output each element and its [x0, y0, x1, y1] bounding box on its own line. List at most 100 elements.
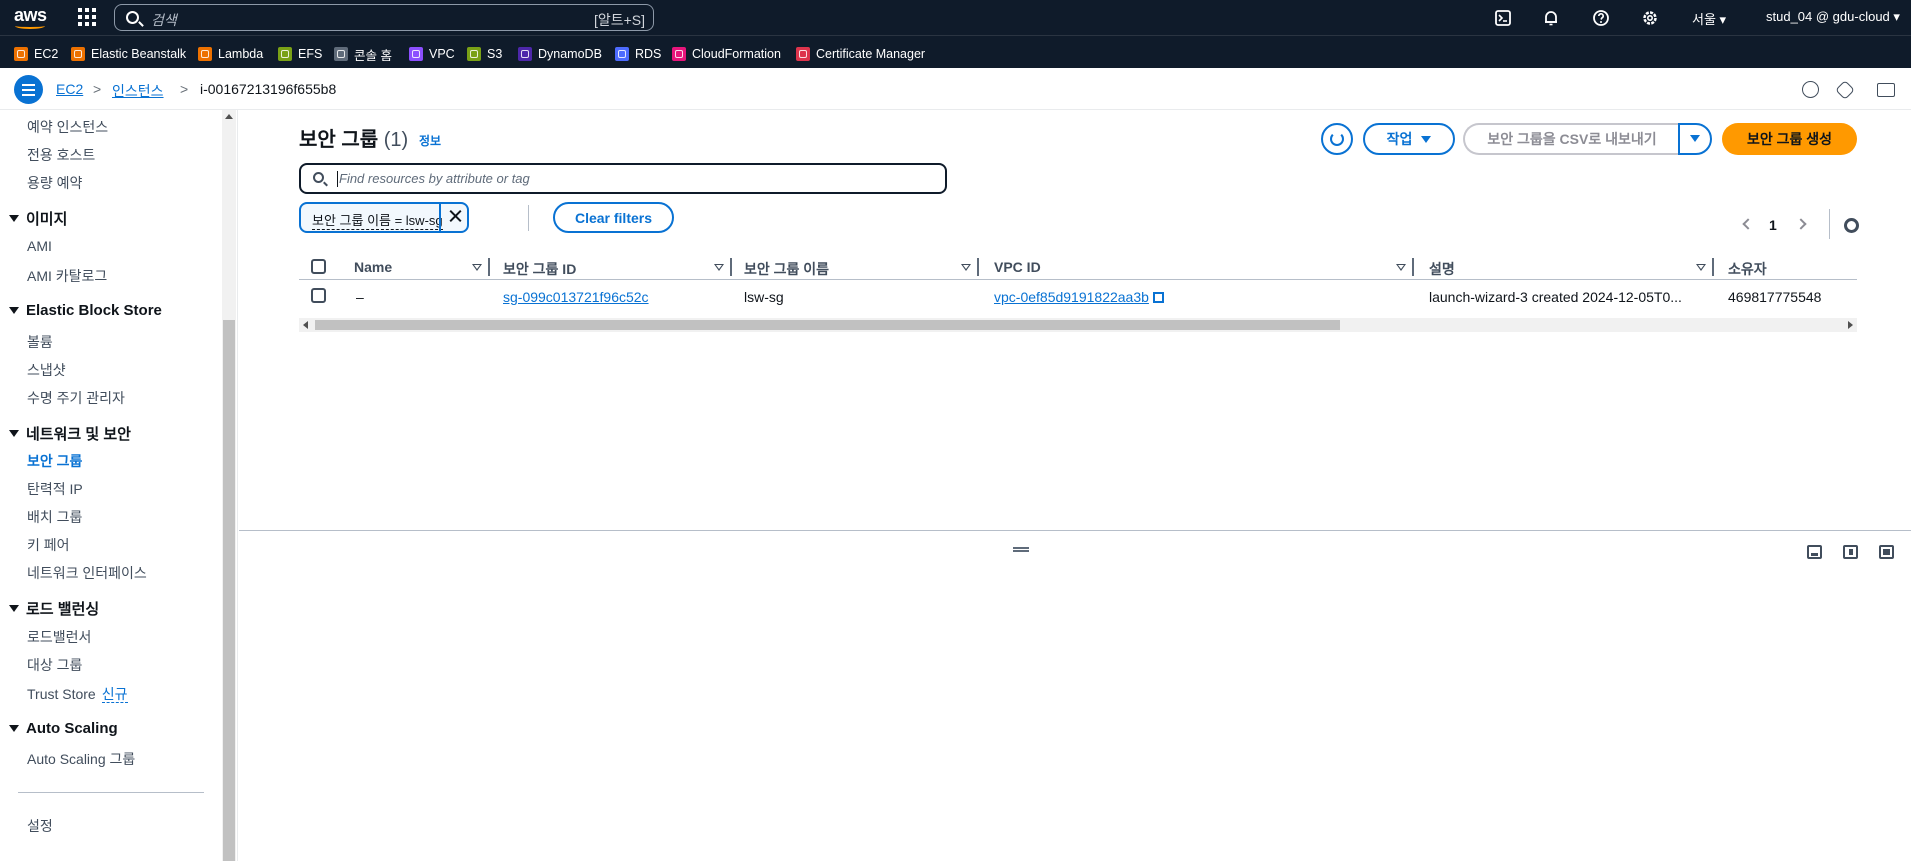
fav-console-home[interactable]: 콘솔 홈 — [334, 46, 392, 63]
sidebar-item-target-groups[interactable]: 대상 그룹 — [27, 655, 82, 675]
split-panel-drag-handle-icon[interactable] — [1013, 547, 1029, 552]
sort-icon[interactable] — [1396, 264, 1406, 271]
fav-elastic-beanstalk[interactable]: Elastic Beanstalk — [71, 46, 186, 62]
column-resizer[interactable] — [488, 258, 490, 276]
sidebar-item-settings[interactable]: 설정 — [27, 816, 53, 836]
feedback-icon[interactable] — [1835, 80, 1855, 100]
remove-filter-close-icon[interactable] — [439, 202, 469, 233]
sidebar-item-key-pairs[interactable]: 키 페어 — [27, 535, 70, 555]
sidebar-item-network-interfaces[interactable]: 네트워크 인터페이스 — [27, 563, 147, 583]
dynamodb-icon — [518, 47, 532, 61]
fav-dynamodb[interactable]: DynamoDB — [518, 46, 602, 62]
column-header-description[interactable]: 설명 — [1429, 259, 1455, 279]
clear-filters-button[interactable]: Clear filters — [553, 202, 674, 233]
divider — [528, 205, 529, 231]
sidebar-item-volumes[interactable]: 볼륨 — [27, 332, 53, 352]
sort-icon[interactable] — [472, 264, 482, 271]
sidebar-item-ami-catalog[interactable]: AMI 카탈로그 — [27, 266, 107, 286]
column-header-name[interactable]: Name — [354, 259, 392, 275]
breadcrumb-instances[interactable]: 인스턴스 — [112, 81, 164, 101]
fav-cloudformation[interactable]: CloudFormation — [672, 46, 781, 62]
fav-label: VPC — [429, 47, 455, 61]
property-filter-input[interactable]: Find resources by attribute or tag — [299, 163, 947, 194]
services-grid-icon[interactable] — [78, 8, 96, 26]
sidebar-section-images[interactable]: 이미지 — [9, 208, 67, 229]
sidebar-item-load-balancers[interactable]: 로드밸런서 — [27, 627, 91, 647]
sidebar-item-lifecycle-manager[interactable]: 수명 주기 관리자 — [27, 388, 125, 408]
sort-icon[interactable] — [714, 264, 724, 271]
cell-sg-id-link[interactable]: sg-099c013721f96c52c — [503, 289, 649, 305]
gear-icon[interactable] — [1641, 9, 1659, 27]
column-resizer[interactable] — [1712, 258, 1714, 276]
refresh-button[interactable] — [1321, 123, 1353, 155]
side-nav-toggle-button[interactable] — [14, 75, 43, 104]
column-resizer[interactable] — [730, 258, 732, 276]
cell-vpc-id[interactable]: vpc-0ef85d9191822aa3b — [994, 289, 1164, 305]
row-checkbox[interactable] — [311, 288, 326, 303]
column-header-sg-id[interactable]: 보안 그룹 ID — [503, 259, 576, 279]
table-preferences-gear-icon[interactable] — [1844, 218, 1859, 233]
aws-logo[interactable]: aws — [14, 6, 50, 30]
help-icon[interactable] — [1592, 9, 1610, 27]
sort-icon[interactable] — [1696, 264, 1706, 271]
next-page-icon[interactable] — [1795, 218, 1807, 230]
sidebar-scrollbar-thumb[interactable] — [223, 320, 235, 861]
sidebar-item-placement-groups[interactable]: 배치 그룹 — [27, 507, 82, 527]
filter-token[interactable]: 보안 그룹 이름 = lsw-sg — [299, 202, 469, 233]
column-header-sg-name[interactable]: 보안 그룹 이름 — [744, 259, 829, 279]
cloudshell-icon[interactable] — [1494, 9, 1512, 27]
display-preferences-icon[interactable] — [1877, 83, 1895, 97]
sort-icon[interactable] — [961, 264, 971, 271]
column-header-vpc-id[interactable]: VPC ID — [994, 259, 1041, 275]
split-side-icon[interactable] — [1843, 545, 1858, 559]
fav-s3[interactable]: S3 — [467, 46, 502, 62]
sidebar-item-security-groups[interactable]: 보안 그룹 — [27, 451, 82, 471]
info-link[interactable]: 정보 — [419, 132, 441, 149]
fav-certificate-manager[interactable]: Certificate Manager — [796, 46, 925, 62]
sidebar-section-auto-scaling[interactable]: Auto Scaling — [9, 720, 118, 737]
sidebar-section-ebs[interactable]: Elastic Block Store — [9, 302, 162, 319]
page-number[interactable]: 1 — [1769, 217, 1777, 233]
previous-page-icon[interactable] — [1742, 218, 1754, 230]
export-csv-button[interactable]: 보안 그룹을 CSV로 내보내기 — [1463, 123, 1679, 155]
actions-button[interactable]: 작업 — [1363, 123, 1455, 155]
column-resizer[interactable] — [977, 258, 979, 276]
global-search-input[interactable]: 검색 [알트+S] — [114, 4, 654, 31]
column-header-owner[interactable]: 소유자 — [1728, 259, 1767, 279]
sidebar-item-elastic-ips[interactable]: 탄력적 IP — [27, 479, 83, 499]
breadcrumb-ec2[interactable]: EC2 — [56, 81, 83, 97]
sidebar-item-auto-scaling-groups[interactable]: Auto Scaling 그룹 — [27, 749, 135, 769]
horizontal-scrollbar-thumb[interactable] — [315, 320, 1340, 330]
fav-ec2[interactable]: EC2 — [14, 46, 58, 62]
scroll-left-arrow-icon[interactable] — [303, 321, 308, 329]
filter-token-label[interactable]: 보안 그룹 이름 = lsw-sg — [312, 210, 443, 230]
fav-vpc[interactable]: VPC — [409, 46, 455, 62]
region-selector[interactable]: 서울 ▾ — [1692, 9, 1726, 28]
table-horizontal-scrollbar[interactable] — [299, 318, 1857, 332]
sidebar-item-ami[interactable]: AMI — [27, 238, 52, 254]
bell-icon[interactable] — [1542, 9, 1560, 27]
sidebar-item-snapshots[interactable]: 스냅샷 — [27, 360, 66, 380]
fav-lambda[interactable]: Lambda — [198, 46, 263, 62]
sidebar-item-reserved-instances[interactable]: 예약 인스턴스 — [27, 117, 108, 137]
export-dropdown-button[interactable] — [1678, 123, 1712, 155]
sidebar-section-load-balancing[interactable]: 로드 밸런싱 — [9, 598, 99, 619]
table-row[interactable]: – sg-099c013721f96c52c lsw-sg vpc-0ef85d… — [299, 281, 1857, 311]
scroll-up-arrow-icon[interactable] — [225, 114, 233, 119]
account-menu[interactable]: stud_04 @ gdu-cloud ▾ — [1766, 9, 1900, 25]
sidebar-section-network-security[interactable]: 네트워크 및 보안 — [9, 423, 131, 444]
split-bottom-icon[interactable] — [1807, 545, 1822, 559]
info-icon[interactable] — [1802, 81, 1819, 98]
vpc-id-link[interactable]: vpc-0ef85d9191822aa3b — [994, 289, 1149, 305]
sidebar-item-capacity-reservations[interactable]: 용량 예약 — [27, 173, 82, 193]
sidebar-item-trust-store[interactable]: Trust Store 신규 — [27, 684, 128, 704]
split-full-icon[interactable] — [1879, 545, 1894, 559]
fav-efs[interactable]: EFS — [278, 46, 322, 62]
select-all-checkbox[interactable] — [311, 259, 326, 274]
scroll-right-arrow-icon[interactable] — [1848, 321, 1853, 329]
fav-rds[interactable]: RDS — [615, 46, 661, 62]
text-cursor — [337, 171, 338, 187]
sidebar-item-dedicated-hosts[interactable]: 전용 호스트 — [27, 145, 95, 165]
create-security-group-button[interactable]: 보안 그룹 생성 — [1722, 123, 1857, 155]
column-resizer[interactable] — [1412, 258, 1414, 276]
